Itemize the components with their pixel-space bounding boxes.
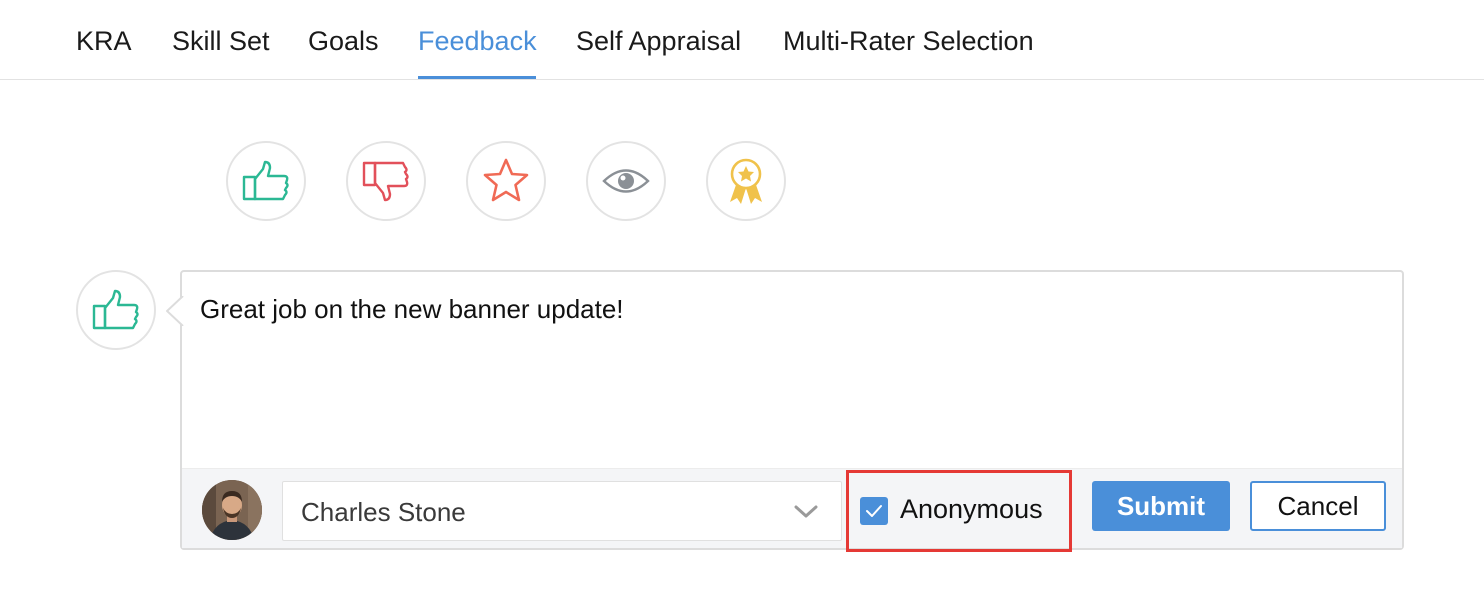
recipient-select[interactable]: Charles Stone xyxy=(282,481,842,541)
tab-multi-rater-selection[interactable]: Multi-Rater Selection xyxy=(783,26,1034,57)
feedback-message-input[interactable]: Great job on the new banner update! xyxy=(200,294,624,325)
tab-skill-set[interactable]: Skill Set xyxy=(172,26,270,57)
tab-kra[interactable]: KRA xyxy=(76,26,132,57)
recipient-name: Charles Stone xyxy=(301,497,466,527)
cancel-button[interactable]: Cancel xyxy=(1250,481,1386,531)
tab-feedback[interactable]: Feedback xyxy=(418,26,537,57)
submit-button[interactable]: Submit xyxy=(1092,481,1230,531)
reaction-eye[interactable] xyxy=(586,141,666,221)
reaction-award[interactable] xyxy=(706,141,786,221)
reaction-star[interactable] xyxy=(466,141,546,221)
reaction-thumbs-down[interactable] xyxy=(346,141,426,221)
tab-bar: KRA Skill Set Goals Feedback Self Apprai… xyxy=(0,0,1484,80)
award-ribbon-icon xyxy=(730,158,762,204)
tab-self-appraisal[interactable]: Self Appraisal xyxy=(576,26,741,57)
chevron-down-icon xyxy=(794,505,818,518)
star-icon xyxy=(483,158,529,202)
tab-goals[interactable]: Goals xyxy=(308,26,379,57)
thumbs-up-icon xyxy=(92,289,139,330)
thumbs-down-icon xyxy=(362,161,409,202)
anonymous-checkbox[interactable] xyxy=(860,497,888,525)
checkmark-icon xyxy=(866,505,882,517)
avatar xyxy=(202,480,262,540)
selected-feedback-type xyxy=(76,270,156,350)
thumbs-up-icon xyxy=(242,160,289,201)
speech-pointer xyxy=(166,296,184,326)
eye-icon xyxy=(602,169,650,193)
active-tab-indicator xyxy=(418,76,536,79)
reaction-thumbs-up[interactable] xyxy=(226,141,306,221)
anonymous-label[interactable]: Anonymous xyxy=(900,494,1043,525)
